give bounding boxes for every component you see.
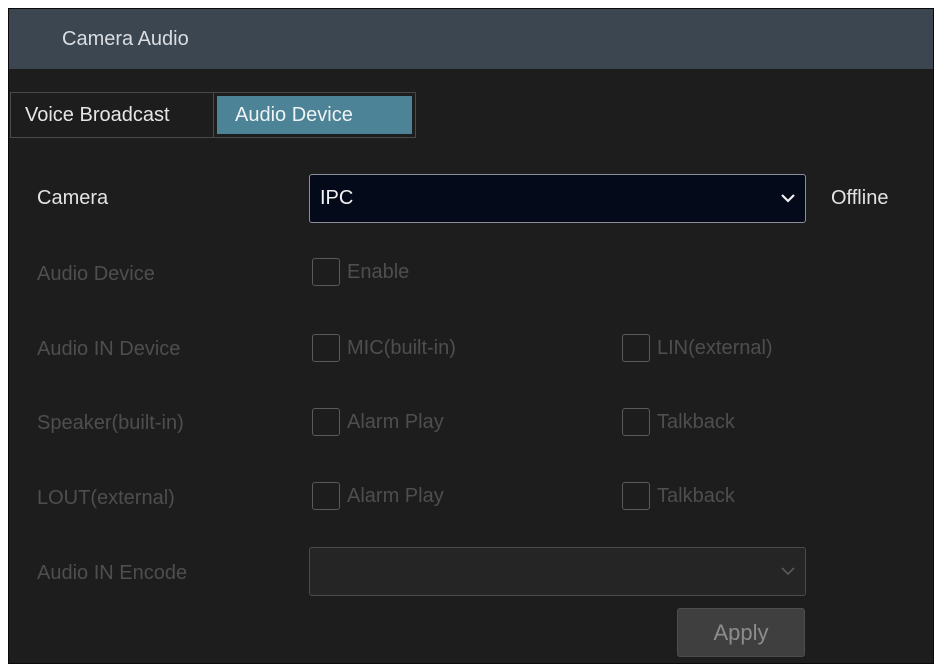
tab-voice-broadcast[interactable]: Voice Broadcast	[11, 93, 214, 137]
checkbox-box	[312, 408, 340, 436]
camera-status: Offline	[831, 187, 889, 209]
mic-builtin-checkbox: MIC(built-in)	[312, 334, 456, 362]
tab-bar: Voice Broadcast Audio Device	[10, 92, 416, 138]
speaker-talkback-label: Talkback	[657, 410, 735, 433]
enable-label: Enable	[347, 260, 410, 283]
speaker-label: Speaker(built-in)	[37, 412, 184, 434]
apply-button[interactable]: Apply	[677, 608, 805, 657]
checkbox-box	[312, 258, 340, 286]
lout-alarm-play-label: Alarm Play	[347, 484, 444, 507]
speaker-alarm-play-label: Alarm Play	[347, 410, 444, 433]
audio-in-device-label: Audio IN Device	[37, 338, 181, 360]
mic-builtin-label: MIC(built-in)	[347, 336, 456, 359]
camera-audio-panel: Camera Audio Voice Broadcast Audio Devic…	[8, 8, 934, 664]
audio-in-encode-label: Audio IN Encode	[37, 562, 188, 584]
speaker-talkback-checkbox: Talkback	[622, 408, 735, 436]
window-title: Camera Audio	[9, 9, 933, 69]
camera-select-value: IPC	[320, 187, 354, 209]
lout-alarm-play-checkbox: Alarm Play	[312, 482, 444, 510]
checkbox-box	[312, 334, 340, 362]
chevron-down-icon	[781, 567, 795, 576]
audio-device-label: Audio Device	[37, 263, 155, 285]
checkbox-box	[622, 482, 650, 510]
speaker-alarm-play-checkbox: Alarm Play	[312, 408, 444, 436]
lout-talkback-checkbox: Talkback	[622, 482, 735, 510]
enable-checkbox[interactable]: Enable	[312, 258, 409, 286]
checkbox-box	[622, 408, 650, 436]
lout-talkback-label: Talkback	[657, 484, 735, 507]
lin-external-checkbox: LIN(external)	[622, 334, 773, 362]
checkbox-box	[622, 334, 650, 362]
tab-audio-device[interactable]: Audio Device	[214, 93, 415, 137]
lout-label: LOUT(external)	[37, 487, 175, 509]
checkbox-box	[312, 482, 340, 510]
camera-select[interactable]: IPC	[309, 174, 806, 223]
lin-external-label: LIN(external)	[657, 336, 773, 359]
chevron-down-icon	[781, 194, 795, 203]
camera-label: Camera	[37, 187, 109, 209]
audio-in-encode-select	[309, 547, 806, 596]
